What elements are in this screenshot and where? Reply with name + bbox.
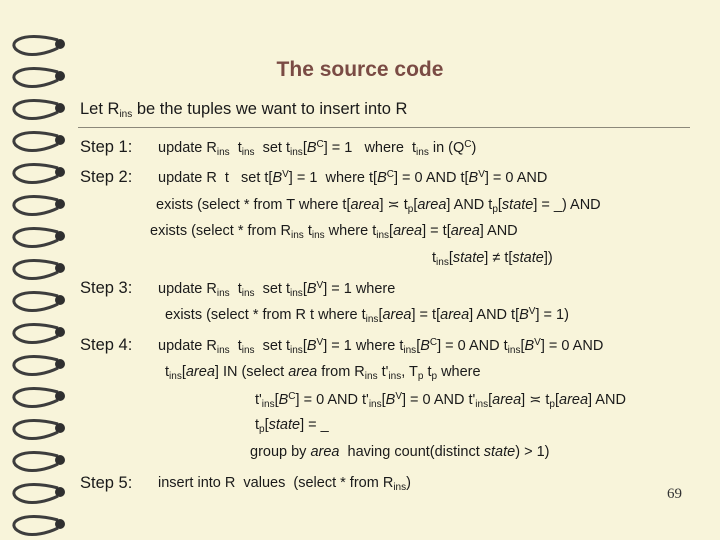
- step-4-code-line-2: tins[area] IN (select area from Rins t'i…: [165, 364, 481, 382]
- step-4-code-line-1: update Rins tins set tins[BV] = 1 where …: [158, 337, 604, 356]
- step-2-code-line-2: exists (select * from T where t[area] ≍ …: [156, 197, 601, 215]
- step-2-code-line-3: exists (select * from Rins tins where ti…: [150, 223, 518, 241]
- slide-title: The source code: [276, 58, 444, 81]
- step-5-label: Step 5:: [80, 474, 133, 492]
- step-4-code-line-3: t'ins[BC] = 0 AND t'ins[BV] = 0 AND t'in…: [255, 391, 626, 410]
- step-3-code-line-2: exists (select * from R t where tins[are…: [165, 306, 569, 325]
- page-number: 69: [667, 486, 682, 502]
- step-2-code-line-4: tins[state] ≠ t[state]): [432, 250, 553, 268]
- step-1-code: update Rins tins set tins[BC] = 1 where …: [158, 139, 477, 158]
- step-1-label: Step 1:: [80, 138, 133, 156]
- step-4-code-line-5: group by area having count(distinct stat…: [250, 444, 550, 460]
- divider: [78, 127, 690, 128]
- intro-text: Let Rins be the tuples we want to insert…: [80, 100, 408, 120]
- step-3-code-line-1: update Rins tins set tins[BV] = 1 where: [158, 280, 396, 299]
- step-2-label: Step 2:: [80, 168, 133, 186]
- step-4-code-line-4: tp[state] = _: [255, 417, 329, 435]
- step-4-label: Step 4:: [80, 336, 133, 354]
- slide: The source code Let Rins be the tuples w…: [0, 0, 720, 540]
- step-5-code: insert into R values (select * from Rins…: [158, 475, 411, 493]
- step-3-label: Step 3:: [80, 279, 133, 297]
- step-2-code-line-1: update R t set t[BV] = 1 where t[BC] = 0…: [158, 169, 548, 186]
